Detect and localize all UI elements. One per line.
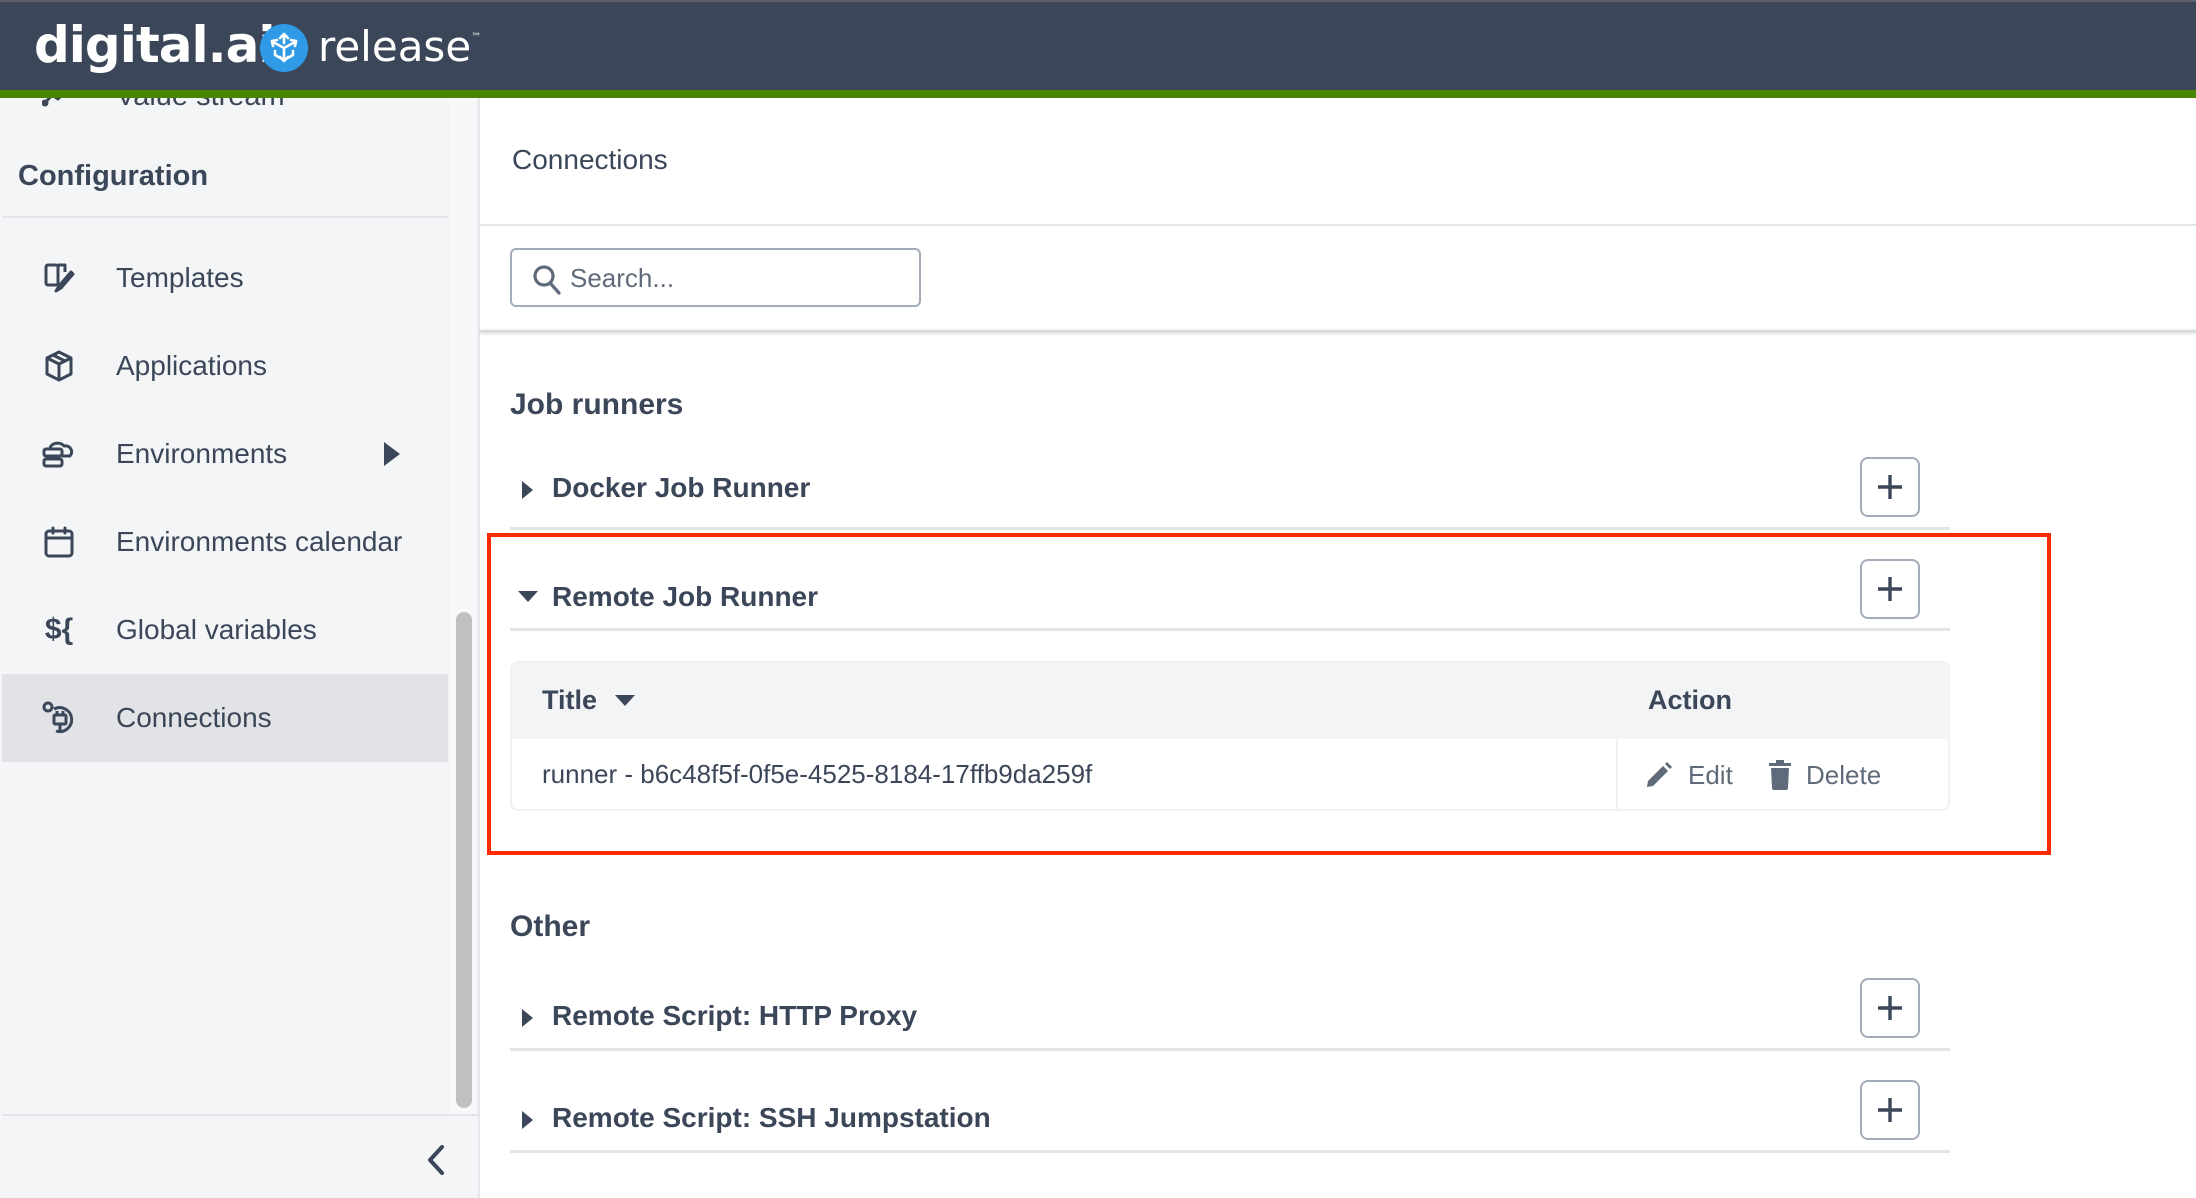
add-http-proxy-button[interactable]	[1860, 978, 1920, 1038]
section-title-other: Other	[510, 910, 591, 943]
collapse-caret-icon[interactable]	[518, 591, 538, 602]
header-accent-line	[0, 90, 2196, 98]
accordion-label[interactable]: Remote Script: HTTP Proxy	[552, 1000, 917, 1032]
table-header: Title Action	[512, 663, 1948, 739]
search-bar-divider	[480, 330, 2196, 332]
sidebar-item-label: Value stream	[116, 98, 285, 113]
sidebar: Value stream Configuration Templates App…	[0, 98, 480, 1198]
runner-title-cell[interactable]: runner - b6c48f5f-0f5e-4525-8184-17ffb9d…	[542, 759, 1092, 790]
sidebar-item-connections[interactable]: Connections	[2, 674, 448, 762]
sidebar-scrollbar-thumb[interactable]	[456, 612, 472, 1108]
edit-label: Edit	[1688, 759, 1733, 790]
search-icon	[532, 264, 562, 301]
accordion-label[interactable]: Remote Job Runner	[552, 581, 818, 613]
plus-icon	[1878, 996, 1902, 1020]
sidebar-item-label: Templates	[116, 262, 244, 293]
edit-button[interactable]: Edit	[1644, 755, 1733, 795]
column-divider	[1616, 739, 1618, 809]
sidebar-section-configuration: Configuration	[18, 160, 209, 192]
plus-icon	[1878, 475, 1902, 499]
accordion-label[interactable]: Remote Script: SSH Jumpstation	[552, 1102, 991, 1134]
release-logo-icon	[260, 24, 308, 72]
search-input[interactable]	[570, 260, 910, 296]
accordion-label[interactable]: Docker Job Runner	[552, 472, 810, 504]
sidebar-item-environments[interactable]: Environments	[2, 410, 448, 498]
sidebar-footer-divider	[2, 1114, 478, 1116]
brand-name: digital.ai	[34, 16, 276, 74]
sidebar-item-label: Applications	[116, 350, 267, 381]
release-product-name: release™	[318, 22, 481, 71]
sidebar-item-label: Connections	[116, 702, 272, 733]
section-title-job-runners: Job runners	[510, 388, 684, 421]
plus-icon	[1878, 577, 1902, 601]
table-row: runner - b6c48f5f-0f5e-4525-8184-17ffb9d…	[512, 739, 1948, 809]
top-header-bar: digital.ai™ release™	[0, 0, 2196, 90]
calendar-icon	[42, 525, 76, 559]
sort-descending-icon[interactable]	[615, 695, 636, 706]
sidebar-item-label: Environments	[116, 438, 288, 469]
sidebar-item-value-stream[interactable]: Value stream	[41, 98, 285, 120]
title-divider	[480, 224, 2196, 226]
sidebar-divider	[2, 216, 448, 218]
accordion-remote-script-http-proxy[interactable]: Remote Script: HTTP Proxy	[510, 971, 1950, 1051]
template-icon	[42, 261, 76, 295]
cube-icon	[42, 349, 76, 383]
expand-caret-icon[interactable]	[522, 1111, 533, 1129]
plug-icon	[42, 701, 76, 735]
sidebar-item-global-variables[interactable]: ${ Global variables	[2, 586, 448, 674]
remote-job-runner-table: Title Action runner - b6c48f5f-0f5e-4525…	[510, 661, 1950, 811]
expand-caret-icon[interactable]	[522, 1009, 533, 1027]
add-docker-job-runner-button[interactable]	[1860, 457, 1920, 517]
accordion-docker-job-runner[interactable]: Docker Job Runner	[510, 450, 1950, 530]
column-header-action: Action	[1648, 685, 1732, 715]
delete-label: Delete	[1806, 759, 1882, 790]
sidebar-item-templates[interactable]: Templates	[2, 234, 448, 322]
accordion-remote-job-runner[interactable]: Remote Job Runner	[510, 551, 1950, 631]
sidebar-item-applications[interactable]: Applications	[2, 322, 448, 410]
pencil-icon	[1647, 762, 1672, 787]
product-trademark: ™	[471, 32, 482, 43]
sidebar-item-label: Environments calendar	[116, 526, 403, 557]
digital-ai-logo[interactable]: digital.ai™	[34, 16, 285, 74]
sidebar-collapse-button[interactable]	[416, 1138, 456, 1182]
server-cloud-icon	[42, 437, 76, 471]
add-remote-job-runner-button[interactable]	[1860, 559, 1920, 619]
accordion-remote-script-ssh-jumpstation[interactable]: Remote Script: SSH Jumpstation	[510, 1073, 1950, 1153]
delete-button[interactable]: Delete	[1768, 755, 1881, 795]
add-ssh-jumpstation-button[interactable]	[1860, 1080, 1920, 1140]
trash-icon	[1769, 760, 1791, 790]
sidebar-item-environments-calendar[interactable]: Environments calendar	[2, 498, 448, 586]
column-header-title[interactable]: Title	[542, 685, 636, 716]
expand-caret-icon[interactable]	[522, 481, 533, 499]
submenu-caret-icon[interactable]	[384, 442, 400, 466]
chart-line-icon	[41, 98, 72, 116]
plus-icon	[1878, 1098, 1902, 1122]
column-header-label: Title	[542, 685, 598, 715]
main-content: Connections Job runners Docker Job Runne…	[480, 98, 2196, 1198]
search-field[interactable]	[510, 248, 921, 307]
variable-icon: ${	[44, 613, 74, 646]
product-name: release	[318, 22, 472, 71]
chevron-left-icon	[428, 1145, 444, 1175]
page-title: Connections	[512, 144, 668, 175]
sidebar-scroll-area: Value stream Configuration Templates App…	[2, 98, 448, 1116]
sidebar-item-label: Global variables	[116, 614, 317, 645]
